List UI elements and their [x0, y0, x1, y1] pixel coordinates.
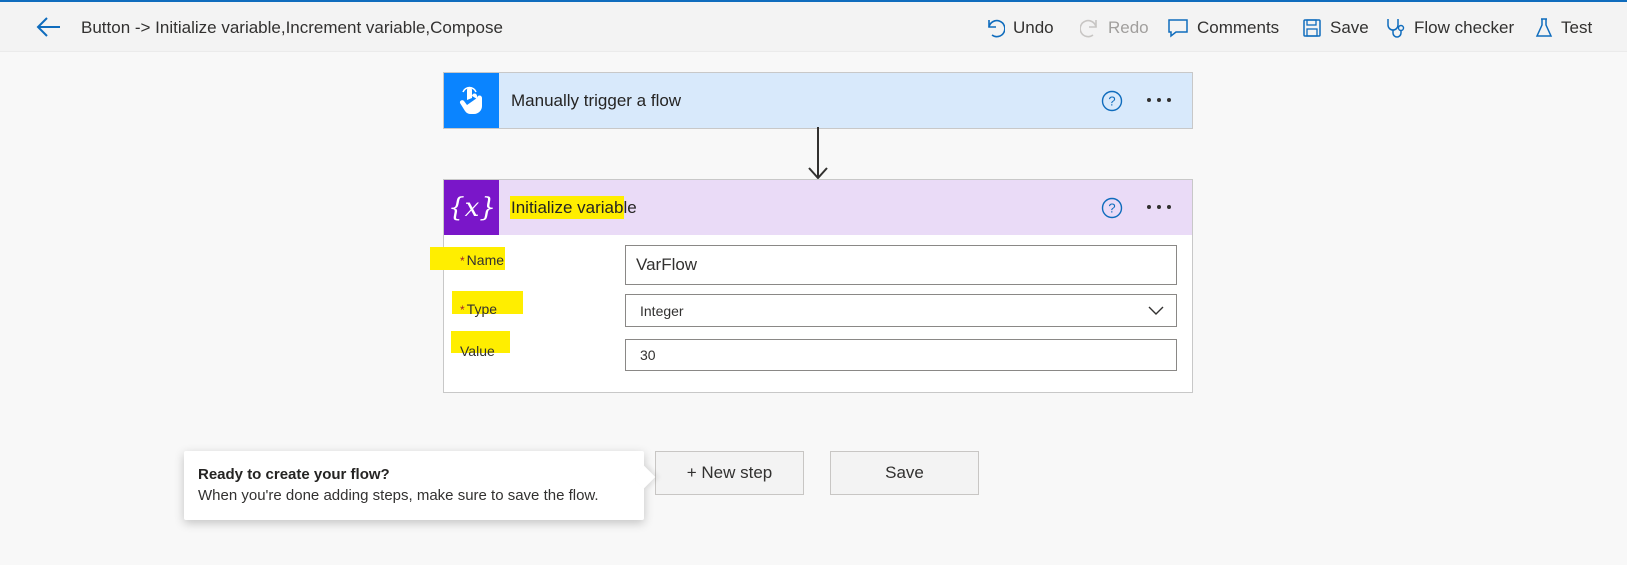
save-command-button[interactable]: Save	[1302, 15, 1369, 41]
comment-icon	[1168, 19, 1188, 38]
initialize-variable-card-header[interactable]: {x} Initialize variable ?	[444, 180, 1192, 235]
teaching-bubble-body: When you're done adding steps, make sure…	[198, 487, 599, 504]
teaching-bubble-beak	[632, 465, 656, 489]
connector-arrow-icon	[808, 127, 828, 180]
new-step-button[interactable]: + New step	[655, 451, 804, 495]
flow-checker-label: Flow checker	[1414, 18, 1515, 37]
test-label: Test	[1561, 18, 1593, 37]
name-field-label: * Name	[460, 252, 505, 268]
redo-label: Redo	[1108, 18, 1149, 37]
initialize-variable-title-text: Initialize variable	[511, 197, 637, 217]
undo-label: Undo	[1013, 18, 1054, 37]
type-field-label: * Type	[460, 301, 498, 317]
chevron-down-icon	[1148, 306, 1164, 315]
redo-icon	[1080, 19, 1097, 38]
save-disk-icon	[1303, 19, 1321, 37]
trigger-help-button[interactable]: ?	[1101, 90, 1123, 112]
svg-text:?: ?	[1108, 201, 1115, 216]
save-command-label: Save	[1330, 18, 1369, 37]
variable-braces-icon: {x}	[450, 193, 494, 223]
comments-label: Comments	[1197, 18, 1280, 37]
back-arrow-icon	[36, 17, 60, 37]
value-input[interactable]: 30	[625, 339, 1177, 371]
comments-button[interactable]: Comments	[1167, 15, 1279, 41]
type-dropdown-value: Integer	[640, 302, 684, 319]
help-question-icon: ?	[1101, 90, 1123, 112]
variable-more-options-button[interactable]	[1144, 196, 1174, 218]
variable-help-button[interactable]: ?	[1101, 197, 1123, 219]
flow-title: Button -> Initialize variable,Increment …	[81, 18, 503, 37]
variable-icon-tile: {x}	[444, 180, 499, 235]
teaching-bubble-title: Ready to create your flow?	[198, 466, 390, 483]
required-asterisk: *	[460, 254, 465, 268]
back-button[interactable]	[34, 14, 64, 40]
svg-text:?: ?	[1108, 94, 1115, 109]
ellipsis-icon	[1147, 98, 1171, 102]
type-dropdown[interactable]: Integer	[625, 294, 1177, 327]
value-input-value: 30	[640, 347, 656, 363]
flask-icon	[1535, 18, 1553, 37]
required-asterisk: *	[460, 303, 465, 317]
trigger-card-header[interactable]: Manually trigger a flow ?	[444, 73, 1192, 128]
trigger-card-title: Manually trigger a flow	[511, 90, 682, 110]
redo-button[interactable]: Redo	[1080, 15, 1149, 41]
flow-checker-button[interactable]: Flow checker	[1384, 15, 1514, 41]
help-question-icon: ?	[1101, 197, 1123, 219]
trigger-card[interactable]: Manually trigger a flow ?	[443, 72, 1193, 129]
value-field-label: Value	[460, 343, 495, 359]
ellipsis-icon	[1147, 205, 1171, 209]
svg-text:{x}: {x}	[450, 193, 494, 223]
save-flow-button[interactable]: Save	[830, 451, 979, 495]
trigger-more-options-button[interactable]	[1144, 89, 1174, 111]
touch-hand-icon	[459, 86, 482, 114]
command-bar: Button -> Initialize variable,Increment …	[0, 2, 1627, 52]
name-input-value: VarFlow	[636, 255, 698, 274]
stethoscope-icon	[1387, 19, 1405, 38]
initialize-variable-card[interactable]: {x} Initialize variable ? * Name VarFlow …	[430, 179, 1193, 393]
name-input[interactable]: VarFlow	[625, 245, 1177, 285]
trigger-icon-tile	[444, 73, 499, 128]
teaching-bubble: Ready to create your flow? When you're d…	[184, 451, 656, 520]
test-button[interactable]: Test	[1535, 15, 1592, 41]
initialize-variable-card-title: Initialize variable	[510, 195, 637, 219]
undo-icon	[988, 19, 1005, 38]
undo-button[interactable]: Undo	[985, 15, 1054, 41]
